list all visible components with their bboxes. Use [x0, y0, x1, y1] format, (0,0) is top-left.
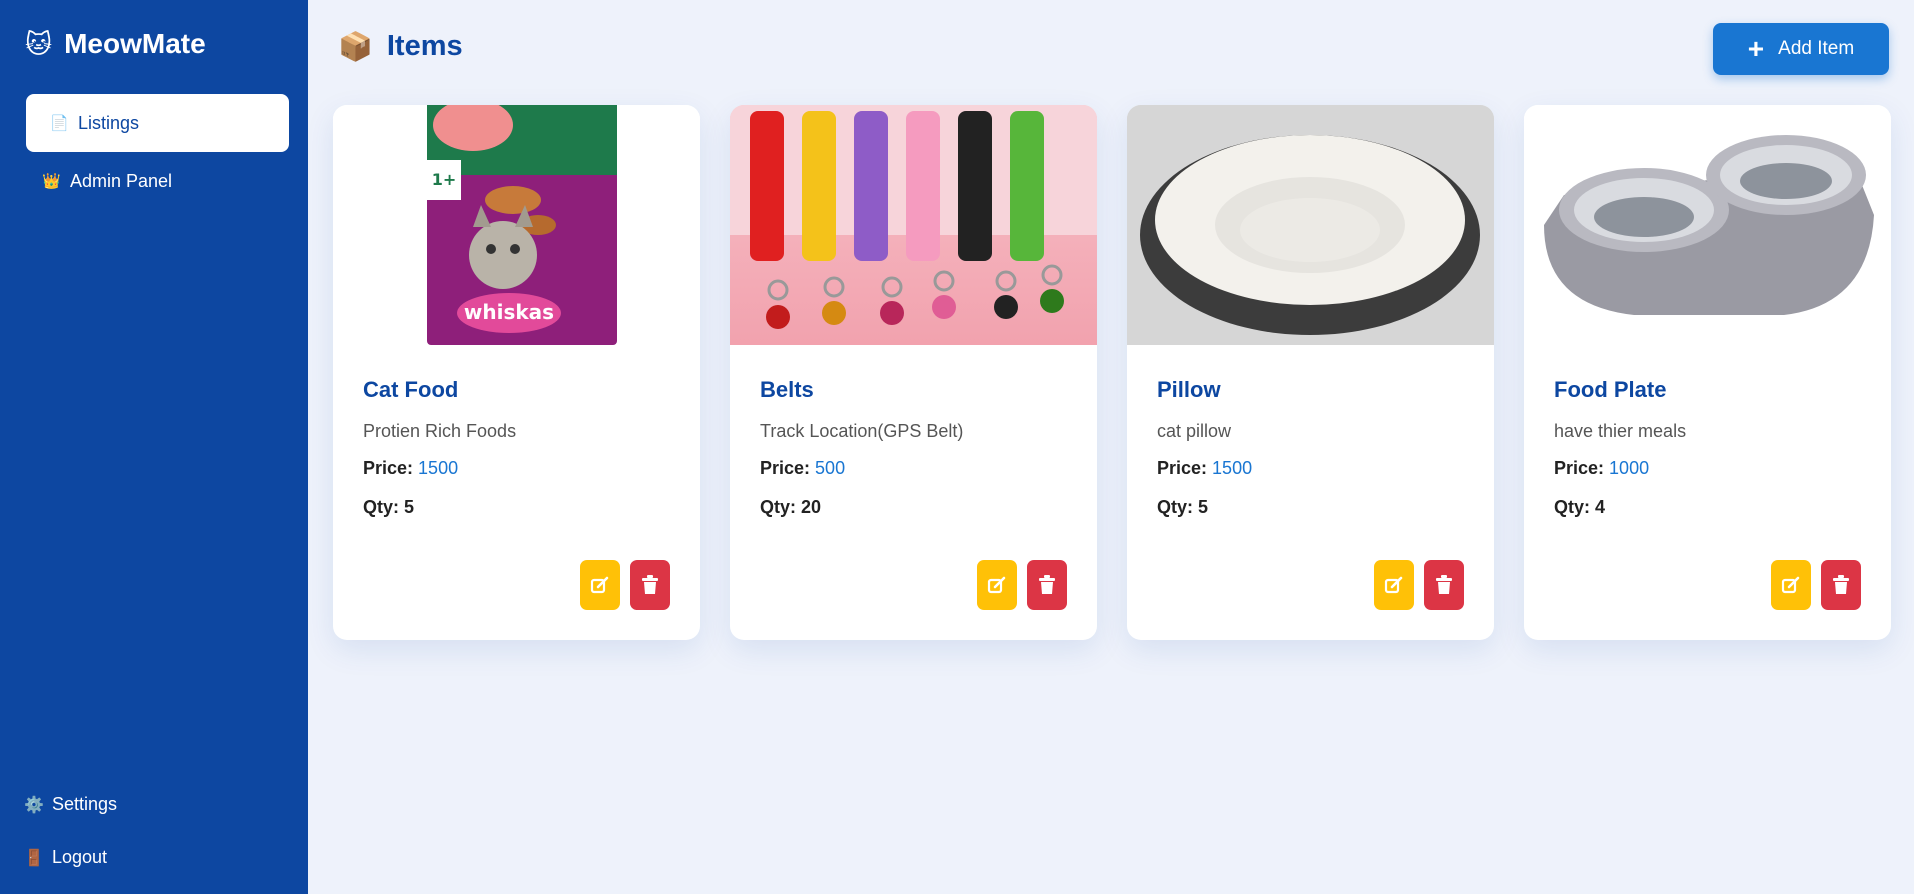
edit-button[interactable]: [1374, 560, 1414, 610]
item-name: Cat Food: [363, 377, 459, 402]
trash-icon: [642, 575, 658, 594]
item-card[interactable]: Belts Track Location(GPS Belt) Price: 50…: [730, 105, 1097, 640]
page-header: 📦 Items: [338, 30, 463, 63]
price-value: 1500: [418, 458, 459, 478]
cat-face-icon: 🐱: [25, 29, 53, 59]
price-value: 500: [815, 458, 846, 478]
edit-button[interactable]: [977, 560, 1017, 610]
add-item-button[interactable]: + Add Item: [1713, 23, 1889, 75]
delete-button[interactable]: [630, 560, 670, 610]
card-actions: [580, 560, 670, 610]
crown-icon: 👑: [42, 173, 61, 190]
price-label: Price:: [1157, 458, 1208, 478]
edit-button[interactable]: [580, 560, 620, 610]
sidebar-item-logout[interactable]: 🚪 Logout: [24, 847, 107, 868]
card-actions: [1771, 560, 1861, 610]
trash-icon: [1833, 575, 1849, 594]
item-name: Food Plate: [1554, 377, 1667, 402]
sidebar-item-label: Admin Panel: [70, 170, 173, 191]
sidebar-item-label: Logout: [52, 847, 108, 867]
svg-text:1+: 1+: [432, 170, 457, 189]
double-bowl-image: [1524, 105, 1891, 345]
item-description: Track Location(GPS Belt): [760, 421, 964, 441]
price-label: Price:: [760, 458, 811, 478]
sidebar-item-label: Listings: [78, 112, 140, 133]
card-actions: [1374, 560, 1464, 610]
edit-icon: [1384, 576, 1403, 594]
sidebar-item-settings[interactable]: ⚙️ Settings: [24, 794, 117, 815]
main-content: 📦 Items + Add Item whiskas 1+ Cat Food P…: [308, 0, 1914, 894]
item-price: Price: 500: [760, 458, 1067, 479]
sidebar: 🐱 MeowMate 📄 Listings 👑 Admin Panel ⚙️ S…: [0, 0, 308, 894]
item-price: Price: 1000: [1554, 458, 1861, 479]
app-root: 🐱 MeowMate 📄 Listings 👑 Admin Panel ⚙️ S…: [0, 0, 1914, 894]
cat-food-image: whiskas 1+: [333, 105, 700, 345]
price-value: 1000: [1609, 458, 1650, 478]
card-body: Cat Food Protien Rich Foods Price: 1500 …: [333, 377, 700, 518]
delete-button[interactable]: [1821, 560, 1861, 610]
page-title: Items: [386, 30, 463, 62]
item-name: Pillow: [1157, 377, 1221, 402]
sidebar-item-admin-panel[interactable]: 👑 Admin Panel: [26, 152, 289, 210]
package-icon: 📦: [338, 30, 373, 62]
item-card-grid: whiskas 1+ Cat Food Protien Rich Foods P…: [333, 105, 1891, 640]
item-price: Price: 1500: [363, 458, 670, 479]
svg-text:whiskas: whiskas: [464, 300, 554, 324]
trash-icon: [1436, 575, 1452, 594]
sidebar-item-listings[interactable]: 📄 Listings: [26, 94, 289, 152]
edit-icon: [590, 576, 609, 594]
edit-button[interactable]: [1771, 560, 1811, 610]
price-value: 1500: [1212, 458, 1253, 478]
item-qty: Qty: 5: [1157, 497, 1209, 517]
price-label: Price:: [1554, 458, 1605, 478]
trash-icon: [1039, 575, 1055, 594]
item-card[interactable]: whiskas 1+ Cat Food Protien Rich Foods P…: [333, 105, 700, 640]
card-actions: [977, 560, 1067, 610]
item-qty: Qty: 5: [363, 497, 415, 517]
price-label: Price:: [363, 458, 414, 478]
item-card[interactable]: Food Plate have thier meals Price: 1000 …: [1524, 105, 1891, 640]
item-description: cat pillow: [1157, 421, 1232, 441]
delete-button[interactable]: [1424, 560, 1464, 610]
brand-name: MeowMate: [64, 28, 206, 59]
document-icon: 📄: [50, 115, 69, 132]
add-item-label: Add Item: [1778, 38, 1855, 59]
plus-icon: +: [1747, 33, 1765, 64]
cat-bed-image: [1127, 105, 1494, 345]
delete-button[interactable]: [1027, 560, 1067, 610]
card-body: Belts Track Location(GPS Belt) Price: 50…: [730, 377, 1097, 518]
gear-icon: ⚙️: [24, 796, 44, 814]
brand[interactable]: 🐱 MeowMate: [25, 28, 206, 60]
item-qty: Qty: 20: [760, 497, 822, 517]
edit-icon: [987, 576, 1006, 594]
item-description: Protien Rich Foods: [363, 421, 517, 441]
cat-collars-image: [730, 105, 1097, 345]
item-card[interactable]: Pillow cat pillow Price: 1500 Qty: 5: [1127, 105, 1494, 640]
item-price: Price: 1500: [1157, 458, 1464, 479]
door-icon: 🚪: [24, 849, 44, 867]
edit-icon: [1781, 576, 1800, 594]
card-body: Pillow cat pillow Price: 1500 Qty: 5: [1127, 377, 1494, 518]
item-name: Belts: [760, 377, 814, 402]
item-qty: Qty: 4: [1554, 497, 1606, 517]
item-description: have thier meals: [1554, 421, 1687, 441]
sidebar-item-label: Settings: [52, 794, 118, 814]
card-body: Food Plate have thier meals Price: 1000 …: [1524, 377, 1891, 518]
